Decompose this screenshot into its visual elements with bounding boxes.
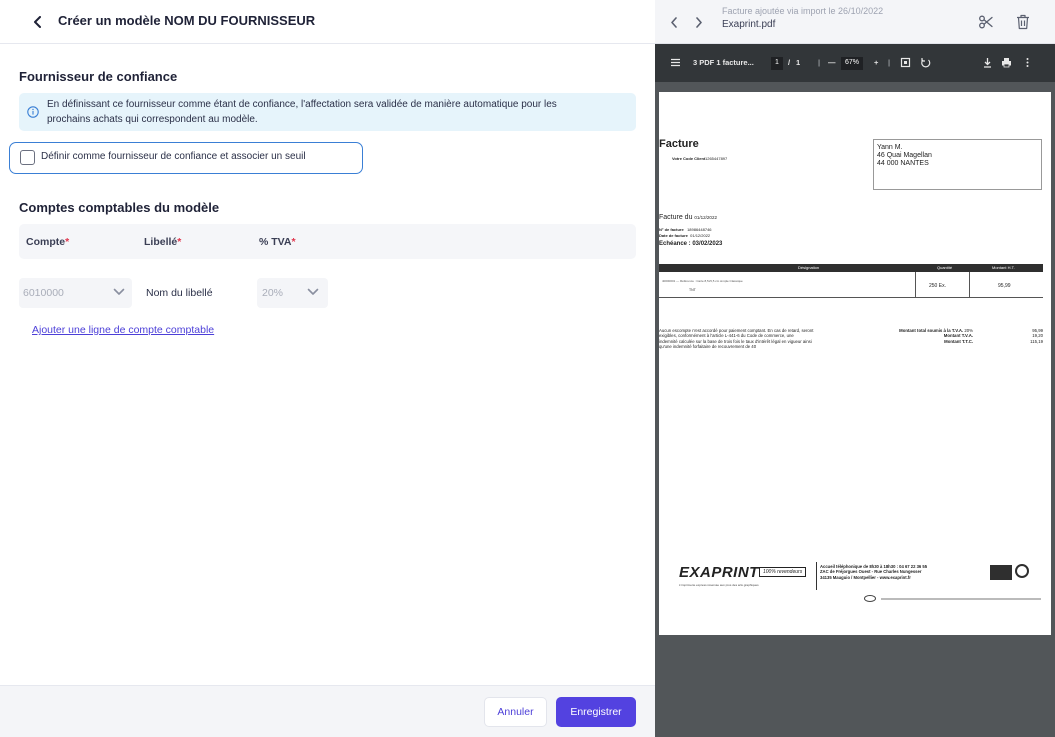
document-viewer-panel: Facture ajoutée via import le 26/10/2022… [655, 0, 1055, 737]
brand-tag: 100% revendeurs [759, 567, 807, 577]
legal-notice: Aucun escompte n'est accordé pour paieme… [659, 328, 814, 349]
info-text: En définissant ce fournisseur comme étan… [47, 97, 627, 127]
invoice-table-header: Désignation Quantité Montant H.T. [659, 264, 1043, 272]
zoom-level[interactable]: 67% [841, 57, 864, 70]
more-options-icon[interactable] [1022, 57, 1033, 68]
chevron-down-icon [113, 288, 125, 295]
client-code-label: Votre Code Client [672, 156, 706, 161]
pdf-canvas[interactable]: Facture Votre Code Client 1265447897 Yan… [655, 82, 1055, 737]
client-code: 1265447897 [705, 156, 728, 161]
back-button[interactable] [28, 12, 46, 32]
toolbar-divider: | [888, 58, 891, 67]
page-title: Créer un modèle NOM DU FOURNISSEUR [58, 13, 316, 28]
page-total: 1 [796, 58, 801, 67]
compte-select[interactable]: 6010000 [19, 278, 132, 308]
invoice-line-transport: TNT [689, 288, 696, 292]
accounts-table-header: Compte* Libellé* % TVA* [19, 224, 636, 259]
pdf-title: 3 PDF 1 facture... [693, 58, 754, 67]
totals-values: 95,99 19,20 115,19 [1030, 328, 1043, 344]
info-banner: En définissant ce fournisseur comme étan… [19, 93, 636, 131]
column-compte: Compte* [26, 236, 70, 248]
address: Yann M. 46 Quai Magellan 44 000 NANTES [877, 144, 932, 167]
delete-document-button[interactable] [1011, 10, 1035, 34]
trusted-supplier-title: Fournisseur de confiance [19, 69, 178, 84]
invoice-page: Facture Votre Code Client 1265447897 Yan… [659, 92, 1051, 635]
toolbar-divider: | [818, 58, 821, 67]
split-document-button[interactable] [974, 10, 998, 34]
invoice-date-label: Facture du 01/12/2022 [659, 214, 717, 221]
info-icon [27, 106, 39, 118]
trusted-supplier-checkbox[interactable] [20, 150, 35, 165]
invoice-details: N° de facture 18986448746 Date de factur… [659, 227, 712, 238]
menu-icon[interactable] [670, 57, 681, 68]
tva-value: 20% [262, 287, 284, 299]
previous-document-button[interactable] [663, 11, 685, 33]
chevron-right-icon [696, 16, 702, 28]
invoice-line-ref: 40000001 — Référence : Carte 8,5x5,5 cm … [662, 279, 743, 283]
info-text-line-2: prochains achats qui correspondent au mo… [47, 114, 258, 125]
rotate-icon[interactable] [920, 57, 931, 68]
print-icon[interactable] [1001, 57, 1012, 68]
trash-icon [1017, 14, 1029, 30]
totals-labels: Montant total soumis à la T.V.A. 20% Mon… [899, 328, 973, 344]
zoom-in-button[interactable]: + [874, 58, 878, 67]
trusted-supplier-checkbox-label[interactable]: Définir comme fournisseur de confiance e… [41, 151, 306, 162]
accounts-title: Comptes comptables du modèle [19, 200, 220, 215]
fit-page-icon[interactable] [900, 57, 911, 68]
invoice-line-amount: 95,99 [998, 283, 1011, 289]
certification-badge [990, 565, 1012, 580]
address-box: Yann M. 46 Quai Magellan 44 000 NANTES [873, 139, 1042, 190]
exaprint-logo: EXAPRINT [679, 564, 759, 581]
trusted-supplier-checkbox-row[interactable]: Définir comme fournisseur de confiance e… [9, 142, 363, 174]
page-separator: / [788, 58, 791, 67]
add-account-line-link[interactable]: Ajouter une ligne de compte comptable [32, 324, 214, 336]
chevron-left-icon [671, 16, 677, 28]
scissors-icon [979, 15, 993, 29]
compte-value: 6010000 [23, 287, 64, 299]
top-bar: Créer un modèle NOM DU FOURNISSEUR [0, 0, 655, 44]
info-text-line-1: En définissant ce fournisseur comme étan… [47, 99, 557, 110]
chevron-down-icon [307, 288, 319, 295]
invoice-title: Facture [659, 138, 699, 150]
zoom-out-button[interactable]: — [828, 58, 836, 67]
footer-bar: Annuler Enregistrer [0, 685, 655, 737]
document-filename: Exaprint.pdf [722, 19, 776, 30]
tva-select[interactable]: 20% [257, 278, 328, 308]
contact-info: Accueil téléphonique de 8h30 à 18h30 : 0… [820, 564, 928, 580]
save-button[interactable]: Enregistrer [556, 697, 636, 727]
brand-subtitle: L'imprimerie express réservée aux pros d… [679, 583, 759, 587]
document-meta: Facture ajoutée via import le 26/10/2022… [722, 6, 883, 30]
download-icon[interactable] [982, 57, 993, 68]
pefc-logo [864, 595, 876, 602]
cancel-button[interactable]: Annuler [484, 697, 547, 727]
next-document-button[interactable] [688, 11, 710, 33]
template-editor-panel: Créer un modèle NOM DU FOURNISSEUR Fourn… [0, 0, 655, 737]
viewer-header: Facture ajoutée via import le 26/10/2022… [655, 0, 1055, 44]
invoice-line-qty: 250 Ex. [929, 283, 946, 289]
column-libelle: Libellé* [144, 236, 182, 248]
page-number-input[interactable]: 1 [771, 57, 783, 70]
due-date: Echéance : 03/02/2023 [659, 241, 723, 247]
column-tva: % TVA* [259, 236, 296, 248]
pdf-toolbar: 3 PDF 1 facture... 1 / 1 | — 67% + | [655, 44, 1055, 82]
libelle-input[interactable]: Nom du libellé [146, 287, 213, 299]
certification-seal [1015, 564, 1029, 578]
chevron-left-icon [33, 16, 41, 28]
import-info: Facture ajoutée via import le 26/10/2022 [722, 6, 884, 16]
